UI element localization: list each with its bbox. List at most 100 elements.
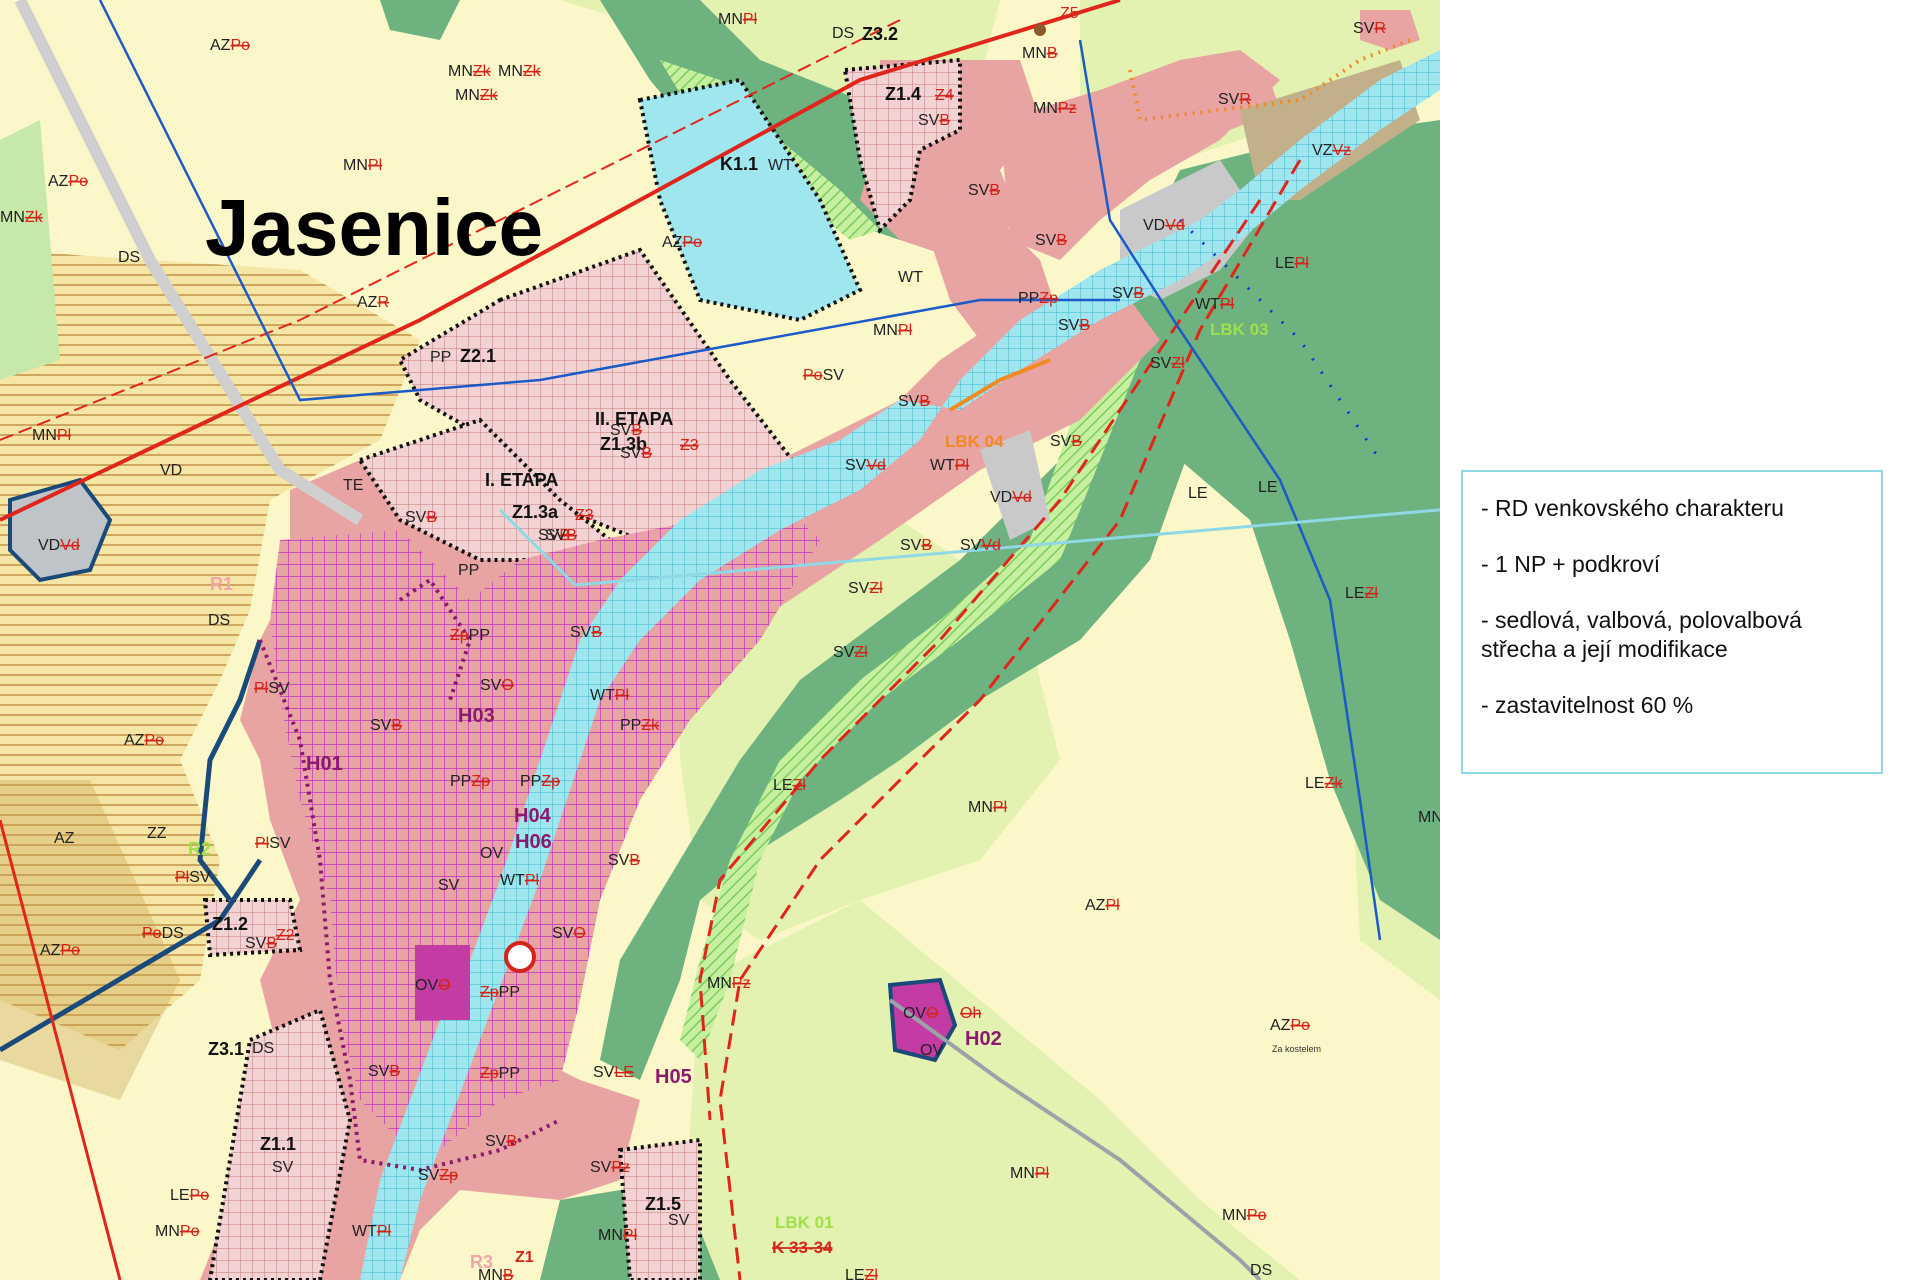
- label-stage-1: I. ETAPA: [485, 470, 558, 490]
- code-mn-b-2: MNB: [1022, 45, 1058, 62]
- legend-box: - RD venkovského charakteru - 1 NP + pod…: [1461, 470, 1883, 774]
- code-vd-w: VDVd: [38, 537, 80, 554]
- code-mn-pl-2: MNPl: [32, 427, 71, 444]
- zone-id-z3-2: Z3.2: [862, 24, 898, 44]
- code-oh: Oh: [960, 1005, 981, 1022]
- code-wt-pl-4: WTPl: [930, 457, 969, 474]
- code-zp-pp: ZpPP: [450, 627, 490, 644]
- code-z5: Z5: [1060, 5, 1079, 22]
- zone-id-z1-2: Z1.2: [212, 914, 248, 934]
- code-sv-b-14: SVB: [1112, 285, 1144, 302]
- code-sv-b-18: SVB: [610, 422, 642, 439]
- code-sv-b-2: SVB: [620, 445, 652, 462]
- label-h04: H04: [514, 805, 552, 827]
- code-ov: OV: [480, 845, 503, 862]
- code-mn-po: MNPo: [155, 1223, 200, 1240]
- code-sv-zl-2: SVZl: [848, 580, 883, 597]
- code-zz: ZZ: [147, 825, 167, 842]
- code-mn-pl-4: MNPl: [1010, 1165, 1049, 1182]
- code-sv-zl-3: SVZl: [1150, 355, 1185, 372]
- code-pp: PP: [430, 349, 451, 366]
- code-pl-sv: PlSV: [254, 680, 290, 697]
- code-sv-b-13: SVB: [1058, 317, 1090, 334]
- label-lbk-01: LBK 01: [775, 1213, 834, 1232]
- label-h03: H03: [458, 705, 495, 727]
- point-symbol: [1034, 24, 1046, 36]
- code-mn-c: MNZk: [455, 87, 499, 104]
- code-le-po: LEPo: [170, 1187, 209, 1204]
- code-mn-b: MNB: [478, 1267, 514, 1280]
- code-po-sv: PoSV: [803, 367, 844, 384]
- code-le-pl: LEPl: [1275, 255, 1309, 272]
- code-pp-zp-3: PPZp: [1018, 290, 1058, 307]
- code-sv-b-4: SVB: [570, 624, 602, 641]
- code-vd-vd-2: VDVd: [1143, 217, 1185, 234]
- code-wt: WT: [898, 269, 923, 286]
- code-mn-po-2: MNPo: [1222, 1207, 1267, 1224]
- zone-id-z3-1: Z3.1: [208, 1039, 244, 1059]
- code-mn: MNZk: [448, 63, 492, 80]
- code-pp-zp-2: PPZp: [520, 773, 560, 790]
- code-vd-vd: VDVd: [990, 489, 1032, 506]
- code-zp-pp-2: ZpPP: [480, 1065, 520, 1082]
- code-z4: Z4: [935, 87, 954, 104]
- code-sv-b-15: SVB: [1035, 232, 1067, 249]
- code-pp-z: PPZk: [620, 717, 660, 734]
- code-wt-pl-2: WTPl: [500, 872, 539, 889]
- code-z1: Z1: [515, 1249, 534, 1266]
- code-az-po-3: AZPo: [1270, 1017, 1310, 1034]
- code-az-4: AZ: [54, 830, 75, 847]
- legend-item-roof: - sedlová, valbová, polovalbová střecha …: [1481, 607, 1802, 662]
- code-sv-zp: SVZp: [418, 1167, 458, 1184]
- code-ds-4: DS: [1250, 1262, 1272, 1279]
- code-sv-vd-2: SVVd: [845, 457, 886, 474]
- code-mn: MN: [1418, 809, 1440, 826]
- code-sv-pz: SVPz: [590, 1159, 630, 1176]
- code-sv-b-19: SVB: [545, 527, 577, 544]
- code-pp-3: ZpPP: [480, 984, 520, 1001]
- code-az-po: AZPo: [124, 732, 164, 749]
- legend-item-house-type: - RD venkovského charakteru: [1481, 495, 1784, 521]
- code-le-zl-3: LEZl: [1345, 585, 1378, 602]
- place-note: Za kostelem: [1272, 1044, 1321, 1054]
- code-sv-b-11: SVB: [1050, 433, 1082, 450]
- code-az: AZPo: [210, 37, 250, 54]
- code-sv-zl: SVZl: [833, 644, 868, 661]
- zoning-map[interactable]: II. ETAPA Z1.3b I. ETAPA Z1.3a Z2.1 K1.1…: [0, 0, 1440, 1280]
- code-wt-pl-3: WTPl: [352, 1223, 391, 1240]
- code-sv-2: SV: [272, 1159, 294, 1176]
- code-sv-3: SV: [668, 1212, 690, 1229]
- code-mn-b: MNZk: [498, 63, 542, 80]
- code-sv-b-6: SVB: [608, 852, 640, 869]
- code-sv-b: SVB: [405, 509, 437, 526]
- code-le-2: LE: [1258, 479, 1278, 496]
- label-h01: H01: [306, 753, 343, 775]
- code-mn-pz-2: MNPz: [1033, 100, 1077, 117]
- code-sv-r-2: SVR: [1353, 20, 1386, 37]
- label-k-33-34: K 33-34: [772, 1238, 833, 1257]
- code-wt-2: WT: [768, 157, 793, 174]
- code-az-po-2: AZPo: [40, 942, 80, 959]
- code-pp-2: PP: [458, 562, 479, 579]
- code-sv-b-5: SVB: [370, 717, 402, 734]
- code-pl-sv-3: PlSV: [255, 835, 291, 852]
- code-sv-o-2: SVO: [552, 925, 586, 942]
- code-wt-pl-5: WTPl: [1195, 296, 1234, 313]
- code-po-ds: PoDS: [142, 925, 184, 942]
- zone-id-z1-1: Z1.1: [260, 1134, 296, 1154]
- code-mn-pz: MNPz: [707, 975, 751, 992]
- code-wt-pl: WTPl: [590, 687, 629, 704]
- code-mn-pl: MNPl: [343, 157, 382, 174]
- code-sv-o: SVO: [480, 677, 514, 694]
- code-z3: Z3: [680, 437, 699, 454]
- label-r1: R1: [210, 574, 233, 594]
- code-mn-pl-6: MNPl: [873, 322, 912, 339]
- legend-item-coverage: - zastavitelnost 60 %: [1481, 692, 1694, 718]
- code-sv-b-16: SVB: [968, 182, 1000, 199]
- code-mn-pl-3: MNPl: [598, 1227, 637, 1244]
- code-az-po-4: AZPo: [662, 234, 702, 251]
- code-te: TE: [343, 477, 363, 494]
- label-lbk-04: LBK 04: [945, 432, 1004, 451]
- code-ds-2: DS: [208, 612, 230, 629]
- zone-id-z1-3a: Z1.3a: [512, 502, 559, 522]
